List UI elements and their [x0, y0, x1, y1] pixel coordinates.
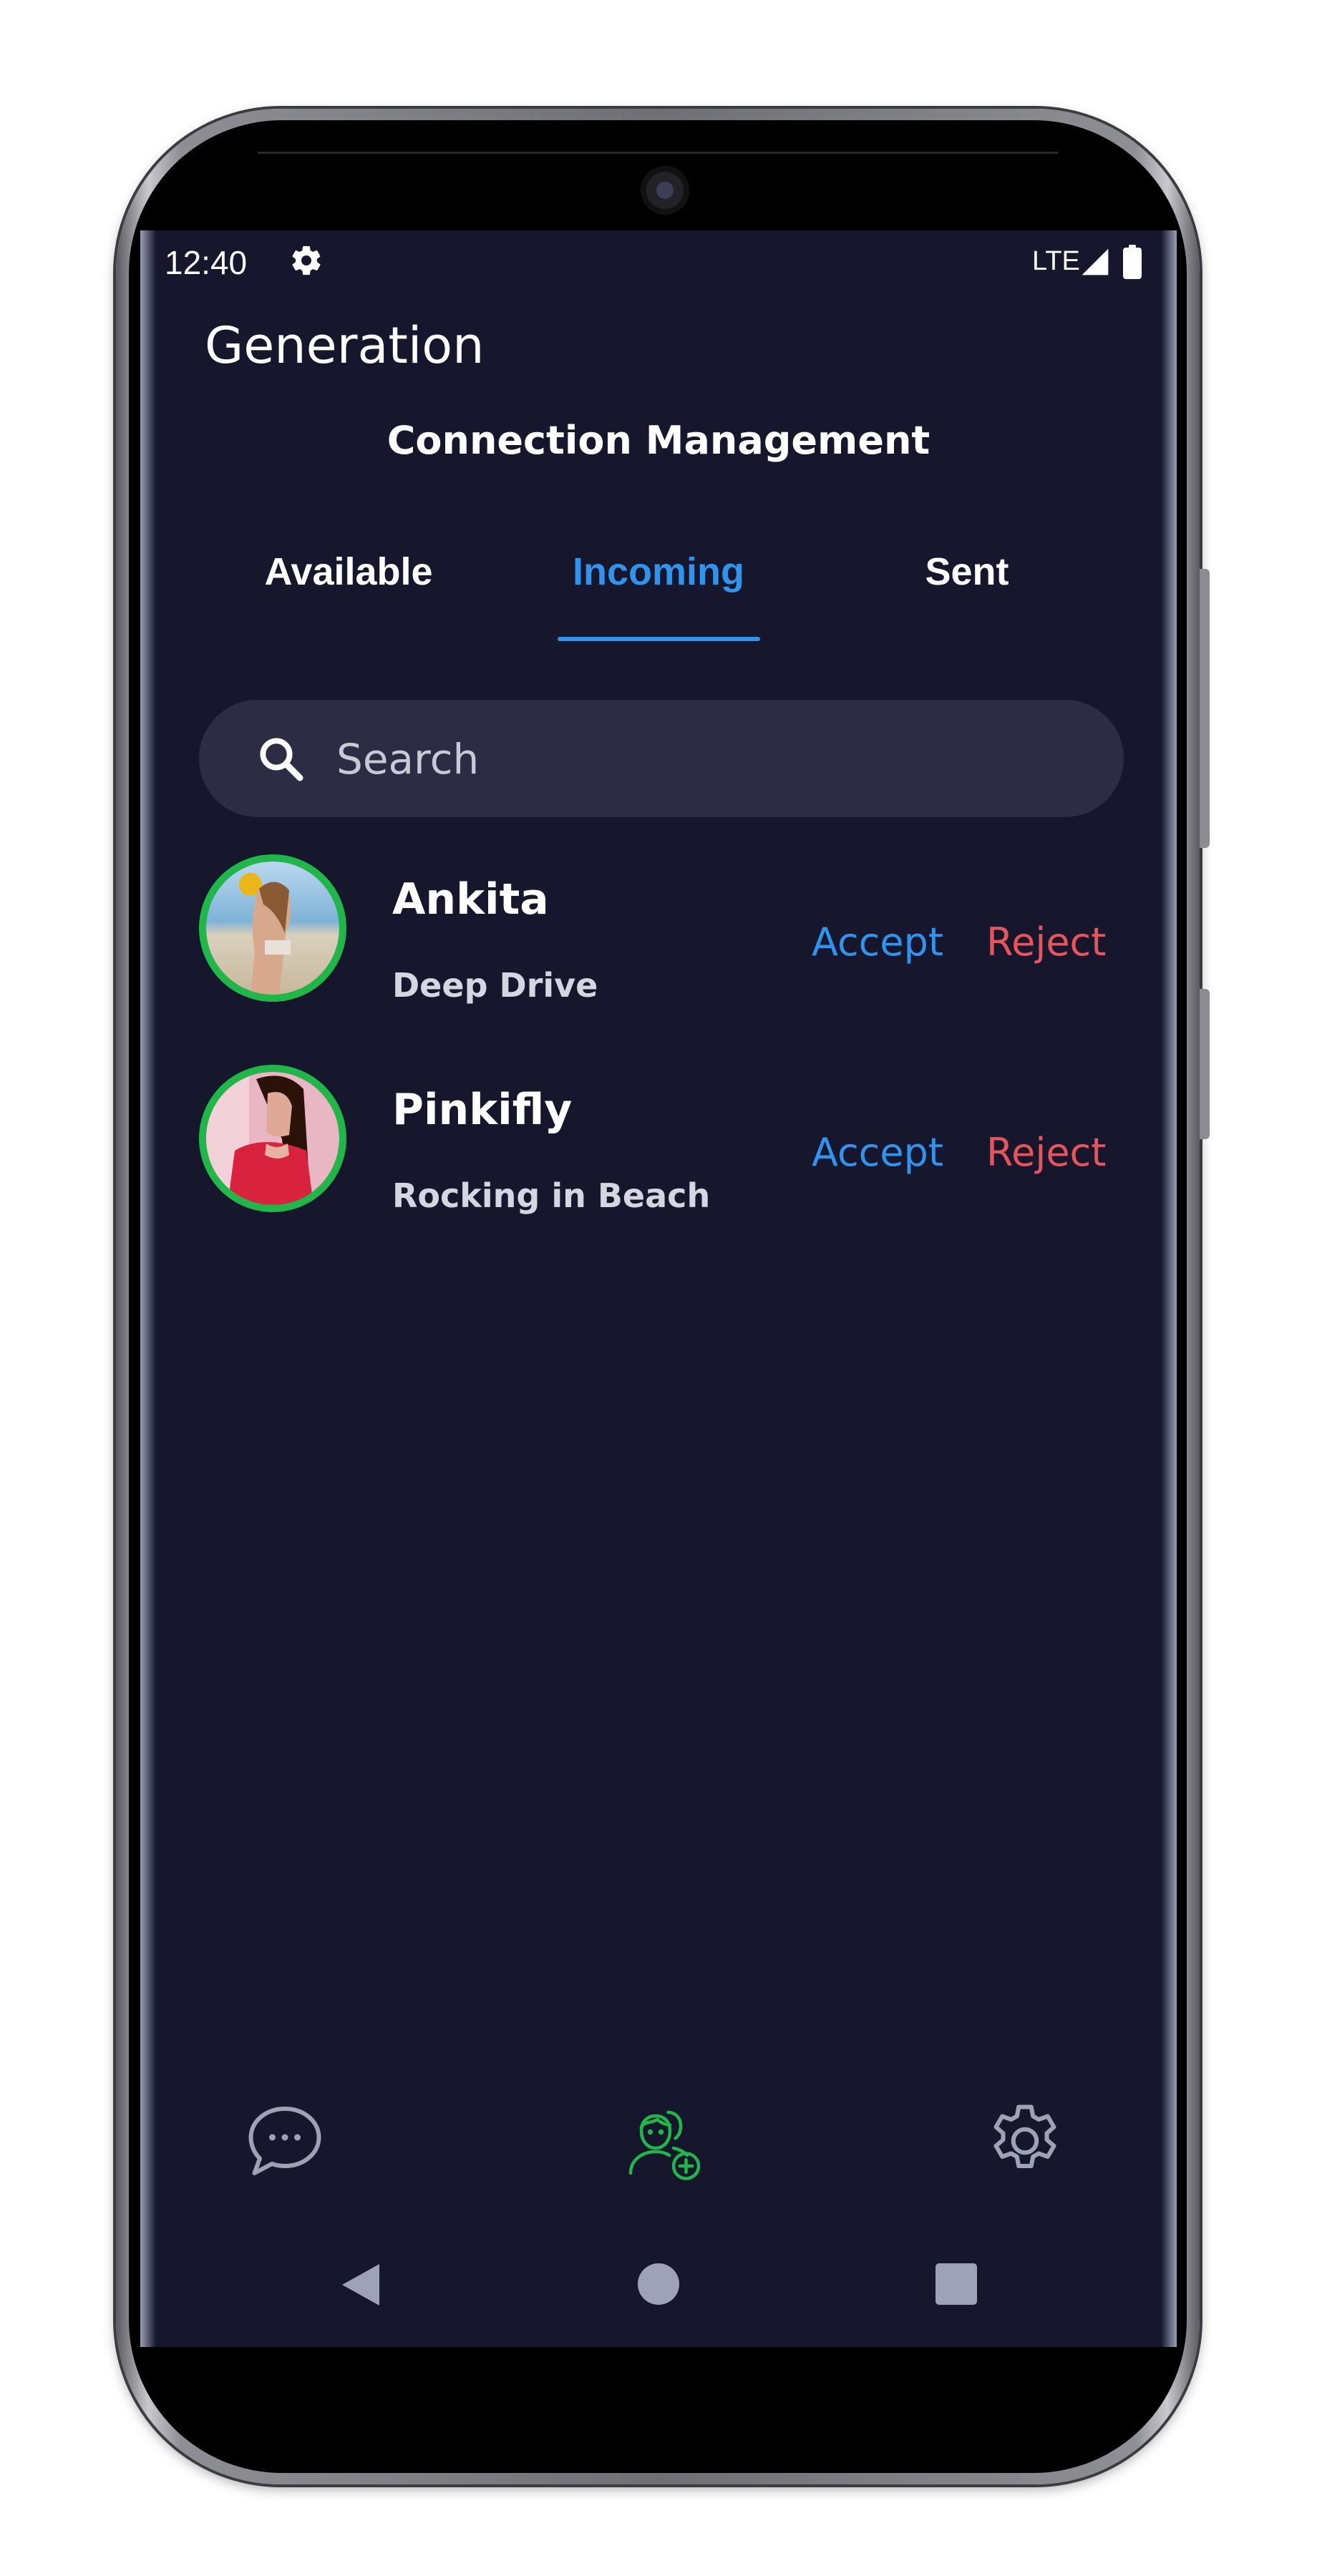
avatar[interactable] [199, 1065, 346, 1212]
app-title: Generation [205, 316, 485, 375]
search-input[interactable] [335, 721, 1082, 797]
volume-button [1200, 569, 1210, 848]
search-icon [260, 738, 303, 781]
gear-icon [292, 245, 321, 275]
active-tab-indicator [558, 637, 760, 641]
settings-icon[interactable] [982, 2098, 1068, 2184]
network-type: LTE [1032, 246, 1080, 276]
tab-available[interactable]: Available [205, 550, 492, 594]
battery-icon [1123, 245, 1142, 279]
chat-icon[interactable] [242, 2098, 328, 2184]
tab-sent[interactable]: Sent [824, 550, 1110, 594]
earpiece-slit [258, 152, 1058, 154]
avatar[interactable] [199, 854, 346, 1002]
page-title: Connection Management [387, 418, 930, 463]
reject-button[interactable]: Reject [986, 1130, 1106, 1175]
contact-status: Deep Drive [392, 966, 598, 1005]
screen-edge-left [140, 230, 156, 2347]
avatar-photo [206, 1072, 339, 1205]
add-connection-icon[interactable] [620, 2098, 706, 2184]
back-icon[interactable] [339, 2261, 382, 2308]
home-icon[interactable] [636, 2261, 681, 2307]
search-bar[interactable] [199, 700, 1124, 817]
tab-incoming[interactable]: Incoming [515, 550, 802, 594]
front-camera-icon [641, 166, 689, 215]
accept-button[interactable]: Accept [812, 1130, 943, 1175]
status-time: 12:40 [165, 244, 248, 281]
recents-icon[interactable] [935, 2263, 978, 2306]
contact-name: Ankita [392, 874, 549, 924]
screen-edge-right [1161, 230, 1177, 2347]
contact-status: Rocking in Beach [392, 1176, 711, 1215]
app-screen: 12:40 LTE Generation Connection Manageme… [140, 230, 1177, 2347]
avatar-photo [206, 862, 339, 995]
signal-icon [1082, 248, 1109, 275]
power-button [1200, 989, 1210, 1139]
accept-button[interactable]: Accept [812, 919, 943, 965]
reject-button[interactable]: Reject [986, 919, 1106, 965]
contact-name: Pinkifly [392, 1085, 573, 1135]
